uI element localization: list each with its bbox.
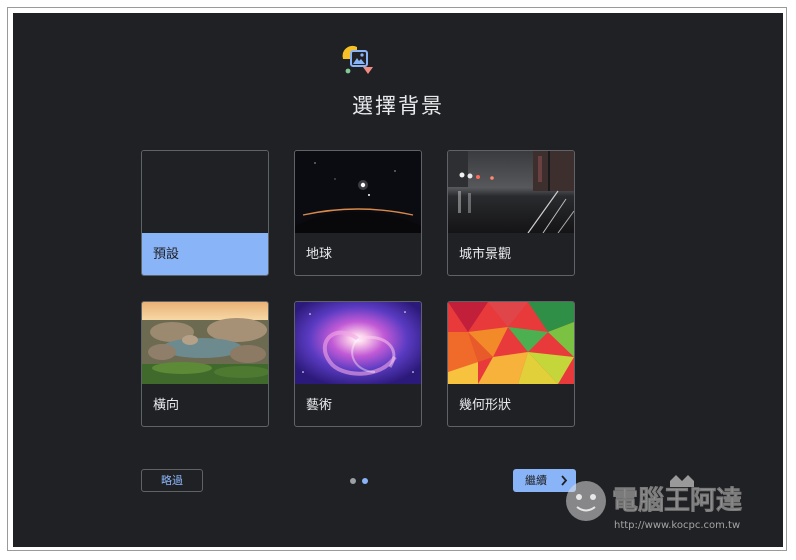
cityscape-thumbnail [448, 151, 574, 233]
continue-button-label: 繼續 [525, 474, 547, 487]
background-option-cityscape[interactable]: 城市景觀 [447, 150, 575, 276]
option-label: 藝術 [306, 398, 333, 413]
option-label: 預設 [142, 233, 268, 275]
watermark-logo: 電腦王阿達 http://www.kocpc.com.tw [566, 475, 742, 531]
art-thumbnail [295, 302, 421, 384]
background-option-geometric-shapes[interactable]: 幾何形狀 [447, 301, 575, 427]
landscape-thumbnail [142, 302, 268, 384]
page-indicator-dot-2 [362, 478, 368, 484]
page-indicator-dot-1 [350, 478, 356, 484]
background-option-landscape[interactable]: 橫向 [141, 301, 269, 427]
option-label: 城市景觀 [459, 247, 512, 262]
background-option-art[interactable]: 藝術 [294, 301, 422, 427]
page-title: 選擇背景 [352, 94, 444, 118]
background-option-default[interactable]: 預設 [141, 150, 269, 276]
watermark-url: http://www.kocpc.com.tw [614, 520, 740, 531]
option-label: 地球 [306, 247, 333, 262]
default-thumbnail [142, 151, 268, 233]
option-label: 幾何形狀 [459, 398, 512, 413]
option-label: 橫向 [153, 398, 180, 413]
geometric-shapes-thumbnail [448, 302, 574, 384]
background-option-earth[interactable]: 地球 [294, 150, 422, 276]
skip-button[interactable]: 略過 [141, 469, 203, 492]
background-picker-icon [342, 45, 373, 74]
earth-thumbnail [295, 151, 421, 233]
watermark-brand: 電腦王阿達 [612, 486, 742, 516]
